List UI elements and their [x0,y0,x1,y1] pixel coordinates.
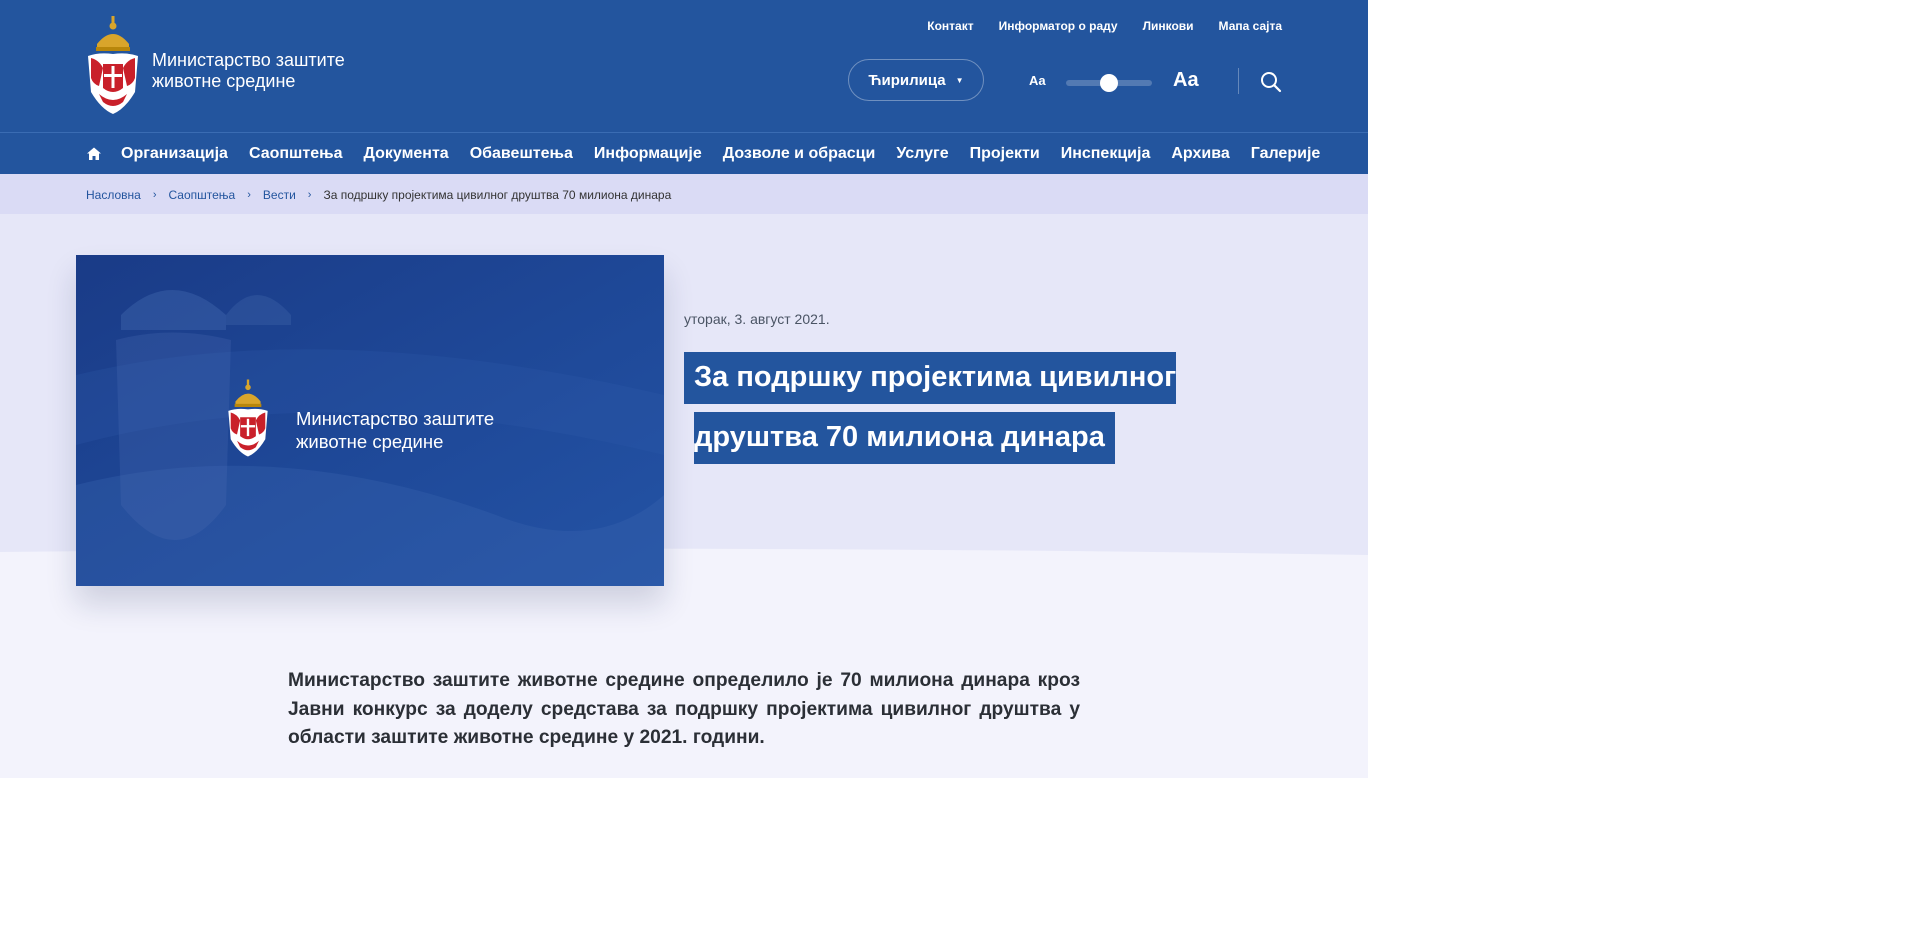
breadcrumb-announcements[interactable]: Саопштења [169,188,236,202]
breadcrumb-news[interactable]: Вести [263,188,296,202]
top-link-links[interactable]: Линкови [1143,19,1194,33]
breadcrumb-current: За подршку пројектима цивилног друштва 7… [323,188,672,202]
coat-of-arms-icon [228,379,268,457]
site-name-line1: Министарство заштите [152,50,345,70]
font-size-small-label[interactable]: Aa [1029,73,1046,88]
nav-item-announcements[interactable]: Саопштења [249,145,343,163]
script-select[interactable]: Ћирилица ▼ [848,59,984,101]
site-name[interactable]: Министарство заштите животне средине [152,50,392,92]
nav-item-inspection[interactable]: Инспекција [1061,145,1151,163]
article-feature-image: Министарство заштите животне средине [76,255,664,586]
browser-viewport: Министарство заштите животне средине Кон… [0,0,1368,778]
nav-item-services[interactable]: Услуге [896,145,948,163]
home-icon[interactable] [86,146,102,162]
nav-item-galleries[interactable]: Галерије [1251,145,1321,163]
main-navigation: Организација Саопштења Документа Обавешт… [0,132,1368,175]
article-title-line2: друштва 70 милиона динара [694,412,1115,464]
article-title-line1: За подршку пројектима цивилног [684,352,1177,404]
header-divider [1238,68,1239,94]
nav-item-documents[interactable]: Документа [364,145,449,163]
article-title: За подршку пројектима цивилног друштва 7… [684,352,1204,464]
nav-item-information[interactable]: Информације [594,145,702,163]
nav-item-archive[interactable]: Архива [1171,145,1229,163]
breadcrumb-bar: Насловна › Саопштења › Вести › За подршк… [0,174,1368,214]
top-link-sitemap[interactable]: Мапа сајта [1219,19,1282,33]
site-name-line2: животне средине [152,71,296,91]
breadcrumb: Насловна › Саопштења › Вести › За подршк… [86,188,671,202]
nav-item-notices[interactable]: Обавештења [470,145,573,163]
nav-items: Организација Саопштења Документа Обавешт… [86,133,1320,175]
chevron-right-icon: › [247,189,251,201]
nav-item-projects[interactable]: Пројекти [970,145,1040,163]
chevron-right-icon: › [152,189,157,201]
article-date: уторак, 3. август 2021. [684,311,830,327]
top-link-contact[interactable]: Контакт [927,19,973,33]
chevron-right-icon: › [307,189,312,201]
image-site-name-line1: Министарство заштите [296,408,495,429]
top-link-informator[interactable]: Информатор о раду [999,19,1118,33]
coat-of-arms-icon[interactable] [85,14,141,116]
nav-item-permits-forms[interactable]: Дозволе и обрасци [723,145,876,163]
font-size-slider-thumb[interactable] [1100,74,1118,92]
nav-item-organization[interactable]: Организација [121,145,228,163]
script-select-value: Ћирилица [868,71,946,89]
site-header: Министарство заштите животне средине Кон… [0,0,1368,132]
breadcrumb-home[interactable]: Насловна [86,188,141,202]
image-site-name-line2: животне средине [296,431,444,452]
caret-down-icon: ▼ [955,75,964,85]
search-icon[interactable] [1259,70,1283,94]
font-size-slider[interactable] [1066,74,1152,92]
nav-list: Организација Саопштења Документа Обавешт… [121,145,1320,163]
image-site-name: Министарство заштите животне средине [296,407,556,453]
font-size-large-label[interactable]: Aa [1173,69,1199,92]
article-lead: Министарство заштите животне средине опр… [288,670,1080,748]
top-links: Контакт Информатор о раду Линкови Мапа с… [927,19,1282,33]
